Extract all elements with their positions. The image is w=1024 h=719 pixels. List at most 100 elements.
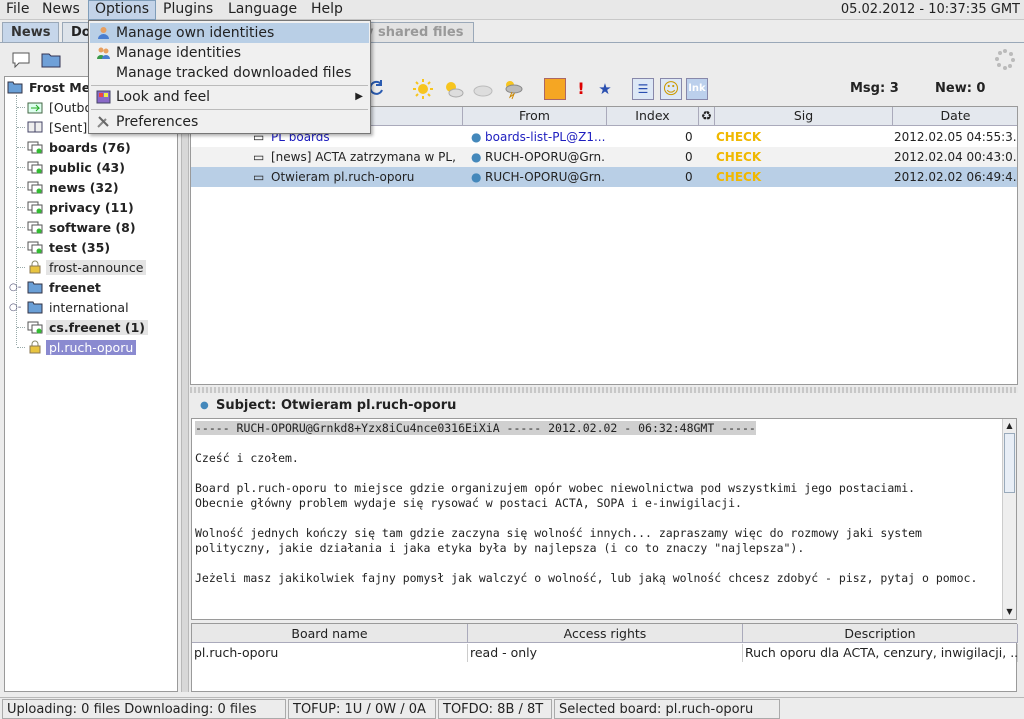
thread-view-icon[interactable]: ☰: [632, 78, 654, 100]
board-icon: [27, 221, 43, 234]
menu-plugins[interactable]: Plugins: [157, 0, 219, 20]
description-cell: Ruch oporu dla ACTA, cenzury, inwigilacj…: [745, 644, 1018, 662]
tab-shared-files[interactable]: y shared files: [356, 22, 474, 42]
selected-board-status: Selected board: pl.ruch-oporu: [554, 699, 780, 719]
table-row[interactable]: ▭ [news] ACTA zatrzymana w PL, ... ● RUC…: [191, 147, 1017, 167]
board-icon: [27, 161, 43, 174]
tree-item-international[interactable]: international: [27, 299, 132, 317]
expand-international-icon[interactable]: ○-: [9, 299, 21, 317]
smiley-icon[interactable]: ☺: [660, 78, 682, 100]
sun-icon[interactable]: [412, 78, 434, 100]
status-dot-icon: ●: [471, 130, 482, 144]
tree-item-boards[interactable]: boards (76): [27, 139, 134, 157]
menu-news[interactable]: News: [36, 0, 86, 20]
scroll-thumb[interactable]: [1004, 433, 1015, 493]
status-dot-icon: ●: [471, 150, 482, 164]
transfer-status: Uploading: 0 files Downloading: 0 files: [2, 699, 286, 719]
cloud-icon[interactable]: [472, 78, 494, 100]
board-icon: [27, 201, 43, 214]
tofdo-status: TOFDO: 8B / 8T: [438, 699, 552, 719]
tree-item-cs-freenet[interactable]: cs.freenet (1): [27, 319, 148, 337]
options-menu: Manage own identities Manage identities …: [88, 20, 371, 134]
menu-language[interactable]: Language: [222, 0, 303, 20]
menu-item-manage-own-identities[interactable]: Manage own identities: [90, 23, 369, 43]
tree-item-test[interactable]: test (35): [27, 239, 113, 257]
horizontal-splitter[interactable]: [190, 387, 1018, 393]
datetime-display: 05.02.2012 - 10:37:35 GMT: [840, 2, 1020, 17]
menu-help[interactable]: Help: [305, 0, 349, 20]
message-header: ----- RUCH-OPORU@Grnkd8+Yzx8iCu4nce0316E…: [195, 421, 756, 435]
board-info-table: Board name Access rights Description pl.…: [191, 623, 1018, 692]
menu-bar: File News Options Plugins Language Help …: [0, 0, 1024, 20]
column-index[interactable]: Index: [607, 107, 699, 126]
scroll-up-icon[interactable]: ▲: [1004, 420, 1015, 432]
subject-label: Subject:: [216, 398, 277, 413]
tab-news[interactable]: News: [2, 22, 60, 42]
status-dot-icon: ●: [200, 400, 209, 411]
menu-file[interactable]: File: [0, 0, 35, 20]
board-icon: [27, 321, 43, 334]
new-message-count: New: 0: [935, 81, 986, 96]
tree-item-software[interactable]: software (8): [27, 219, 139, 237]
column-from[interactable]: From: [463, 107, 607, 126]
column-board-name[interactable]: Board name: [192, 624, 468, 643]
expand-freenet-icon[interactable]: ○-: [9, 279, 21, 297]
row-date: 2012.02.02 06:49:4...: [894, 170, 1018, 184]
row-index: 0: [685, 150, 693, 164]
row-from: boards-list-PL@Z1...: [485, 130, 605, 144]
row-sig: CHECK: [716, 150, 762, 164]
sun-cloud-icon[interactable]: [442, 78, 464, 100]
tree-root[interactable]: Frost Mes: [7, 79, 101, 97]
menu-item-manage-identities[interactable]: Manage identities: [90, 43, 369, 63]
tree-item-privacy[interactable]: privacy (11): [27, 199, 137, 217]
body-line: polityczny, jakie działania i jaka etyka…: [195, 541, 805, 555]
tree-item-public[interactable]: public (43): [27, 159, 128, 177]
recycle-icon[interactable]: ♻: [699, 107, 715, 126]
message-scrollbar[interactable]: ▲ ▼: [1002, 419, 1016, 619]
scroll-down-icon[interactable]: ▼: [1004, 606, 1015, 618]
row-subject: [news] ACTA zatrzymana w PL, ...: [271, 150, 461, 164]
message-count: Msg: 3: [850, 81, 899, 96]
column-description[interactable]: Description: [743, 624, 1018, 643]
tree-item-pl-ruch-oporu[interactable]: pl.ruch-oporu: [27, 339, 137, 357]
row-subject: Otwieram pl.ruch-oporu: [271, 170, 415, 184]
tree-item-sent[interactable]: [Sent]: [27, 119, 90, 137]
tofup-status: TOFUP: 1U / 0W / 0A: [288, 699, 436, 719]
subject-line: ● Subject: Otwieram pl.ruch-oporu: [190, 396, 1018, 416]
message-body[interactable]: ----- RUCH-OPORU@Grnkd8+Yzx8iCu4nce0316E…: [191, 418, 1017, 620]
link-icon[interactable]: lnk: [686, 78, 708, 100]
users-icon: [97, 47, 110, 59]
folder-icon: [27, 281, 43, 294]
tree-item-frost-announce[interactable]: frost-announce: [27, 259, 147, 277]
body-line: Cześć i czołem.: [195, 451, 299, 465]
column-date[interactable]: Date: [893, 107, 1017, 126]
row-sig: CHECK: [716, 170, 762, 184]
column-access-rights[interactable]: Access rights: [468, 624, 743, 643]
menu-options[interactable]: Options: [88, 0, 157, 20]
new-message-icon[interactable]: [10, 48, 32, 70]
star-icon[interactable]: ★: [594, 78, 616, 100]
lock-icon: [29, 260, 41, 274]
body-line: Board pl.ruch-oporu to miejsce gdzie org…: [195, 481, 916, 495]
book-icon: [27, 121, 43, 133]
board-name-cell: pl.ruch-oporu: [192, 644, 468, 662]
tree-item-news[interactable]: news (32): [27, 179, 122, 197]
flag-icon[interactable]: [544, 78, 566, 100]
row-from: RUCH-OPORU@Grn...: [485, 170, 605, 184]
submenu-arrow-icon: ▶: [355, 91, 363, 102]
row-sig: CHECK: [716, 130, 762, 144]
vertical-splitter[interactable]: [181, 76, 189, 692]
tree-item-freenet[interactable]: freenet: [27, 279, 104, 297]
menu-item-look-and-feel[interactable]: Look and feel ▶: [90, 87, 369, 107]
column-sig[interactable]: Sig: [715, 107, 893, 126]
access-rights-cell: read - only: [468, 644, 743, 662]
important-icon[interactable]: !: [570, 78, 592, 100]
board-icon: [27, 181, 43, 194]
body-line: Jeżeli masz jakikolwiek fajny pomysł jak…: [195, 571, 978, 585]
storm-icon[interactable]: [502, 78, 524, 100]
table-row[interactable]: ▭ Otwieram pl.ruch-oporu ● RUCH-OPORU@Gr…: [191, 167, 1018, 187]
menu-item-preferences[interactable]: Preferences: [90, 112, 369, 132]
message-text: ----- RUCH-OPORU@Grnkd8+Yzx8iCu4nce0316E…: [195, 421, 1000, 586]
menu-item-manage-tracked-downloads[interactable]: Manage tracked downloaded files: [90, 63, 369, 83]
open-folder-icon[interactable]: [40, 48, 62, 70]
